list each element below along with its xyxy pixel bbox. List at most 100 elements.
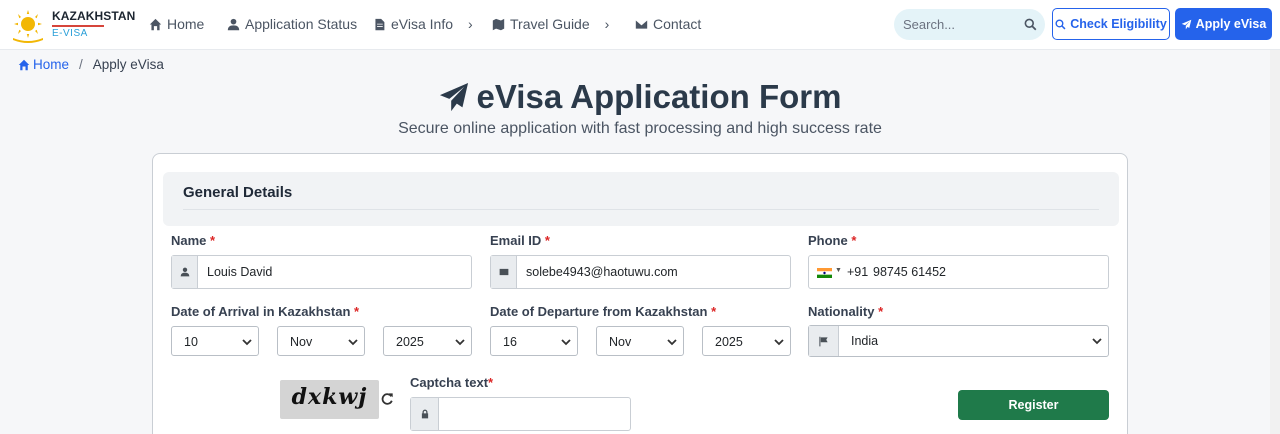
nav-application-status[interactable]: Application Status [227,15,357,33]
breadcrumb-home[interactable]: Home [18,57,69,72]
apply-evisa-button[interactable]: Apply eVisa [1175,8,1272,40]
chevron-down-icon [667,339,677,346]
lock-icon [411,398,439,430]
nav-travel-guide-label: Travel Guide [510,16,590,32]
nationality-value: India [851,334,879,348]
chevron-down-icon [1092,338,1102,345]
required-mark: * [354,304,360,319]
nav-application-status-label: Application Status [245,16,358,32]
section-header: General Details [163,172,1119,226]
departure-year-value: 2025 [715,335,743,349]
departure-label: Date of Departure from Kazakhstan * [490,304,716,319]
captcha-image: dxkwj [280,380,379,419]
required-mark: * [711,304,717,319]
arrival-day-value: 10 [184,335,198,349]
caret-down-icon[interactable]: ▼ [835,267,842,274]
captcha-image-text: dxkwj [291,384,368,410]
search-icon [1055,18,1066,30]
top-navbar: KAZAKHSTAN E-VISA Home Application Statu… [0,0,1280,50]
dial-code: +91 [847,265,869,279]
email-label: Email ID * [490,233,550,248]
phone-input-group: ▼ +91 [808,255,1109,289]
nav-evisa-info-label: eVisa Info [391,16,454,32]
sun-emblem-icon [13,10,43,43]
email-label-text: Email ID [490,233,542,248]
chevron-right-icon: › [468,16,473,32]
envelope-icon [491,256,517,288]
section-divider [183,209,1099,210]
brand-subtitle: E-VISA [52,28,88,39]
arrival-month-value: Nov [290,335,313,349]
check-eligibility-button[interactable]: Check Eligibility [1052,8,1170,40]
name-label: Name * [171,233,215,248]
chevron-right-icon: › [604,16,610,32]
nav-travel-guide[interactable]: Travel Guide › [492,15,609,33]
required-mark: * [544,233,550,248]
arrival-label: Date of Arrival in Kazakhstan * [171,304,359,319]
phone-input[interactable] [871,257,1101,287]
home-icon [149,18,162,30]
refresh-icon[interactable] [380,392,394,406]
page-subtitle: Secure online application with fast proc… [398,120,882,137]
captcha-label: Captcha text* [410,375,493,390]
departure-label-text: Date of Departure from Kazakhstan [490,304,708,319]
required-mark: * [851,233,857,248]
paper-plane-icon [439,82,468,112]
departure-month-value: Nov [609,335,632,349]
india-flag-icon[interactable] [817,268,832,278]
breadcrumb: Home / Apply eVisa [18,57,164,72]
nav-contact-label: Contact [653,16,702,32]
user-icon [172,256,198,288]
captcha-input-group [410,397,631,431]
email-input[interactable] [517,256,790,288]
brand-divider [52,25,104,27]
chevron-down-icon [455,339,465,346]
flag-icon [809,326,839,356]
departure-day-select[interactable]: 16 [490,326,578,356]
captcha-input[interactable] [441,399,626,429]
arrival-day-select[interactable]: 10 [171,326,259,356]
name-input[interactable] [198,256,471,288]
envelope-icon [635,19,648,29]
departure-month-select[interactable]: Nov [596,326,684,356]
nationality-select[interactable]: India [808,325,1109,357]
departure-year-select[interactable]: 2025 [702,326,791,356]
captcha-label-text: Captcha text [410,375,489,390]
name-label-text: Name [171,233,207,248]
breadcrumb-current: Apply eVisa [92,57,164,72]
nav-evisa-info[interactable]: eVisa Info › [373,15,473,33]
chevron-down-icon [774,339,784,346]
breadcrumb-separator: / [79,57,83,72]
brand-logo[interactable]: KAZAKHSTAN E-VISA [10,6,135,44]
required-mark: * [210,233,216,248]
section-title: General Details [183,184,293,201]
user-icon [227,18,240,30]
map-icon [492,18,505,30]
search-icon[interactable] [1024,18,1037,31]
file-icon [375,18,385,30]
register-button[interactable]: Register [958,390,1109,420]
check-eligibility-label: Check Eligibility [1070,17,1167,31]
phone-label: Phone * [808,233,856,248]
apply-evisa-label: Apply eVisa [1195,17,1267,31]
email-input-group [490,255,791,289]
phone-label-text: Phone [808,233,848,248]
chevron-down-icon [348,339,358,346]
nav-contact[interactable]: Contact [635,15,701,33]
page-title-text: eVisa Application Form [476,78,842,115]
departure-day-value: 16 [503,335,517,349]
nationality-label-text: Nationality [808,304,875,319]
nav-home[interactable]: Home [149,15,204,33]
required-mark: * [488,375,494,390]
name-input-group [171,255,472,289]
arrival-label-text: Date of Arrival in Kazakhstan [171,304,351,319]
required-mark: * [878,304,884,319]
chevron-down-icon [242,339,252,346]
search-input[interactable] [903,16,1021,33]
nationality-label: Nationality * [808,304,883,319]
arrival-month-select[interactable]: Nov [277,326,365,356]
arrival-year-value: 2025 [396,335,424,349]
page-title: eVisa Application Form [0,78,1280,116]
arrival-year-select[interactable]: 2025 [383,326,472,356]
brand-title: KAZAKHSTAN [52,9,136,23]
